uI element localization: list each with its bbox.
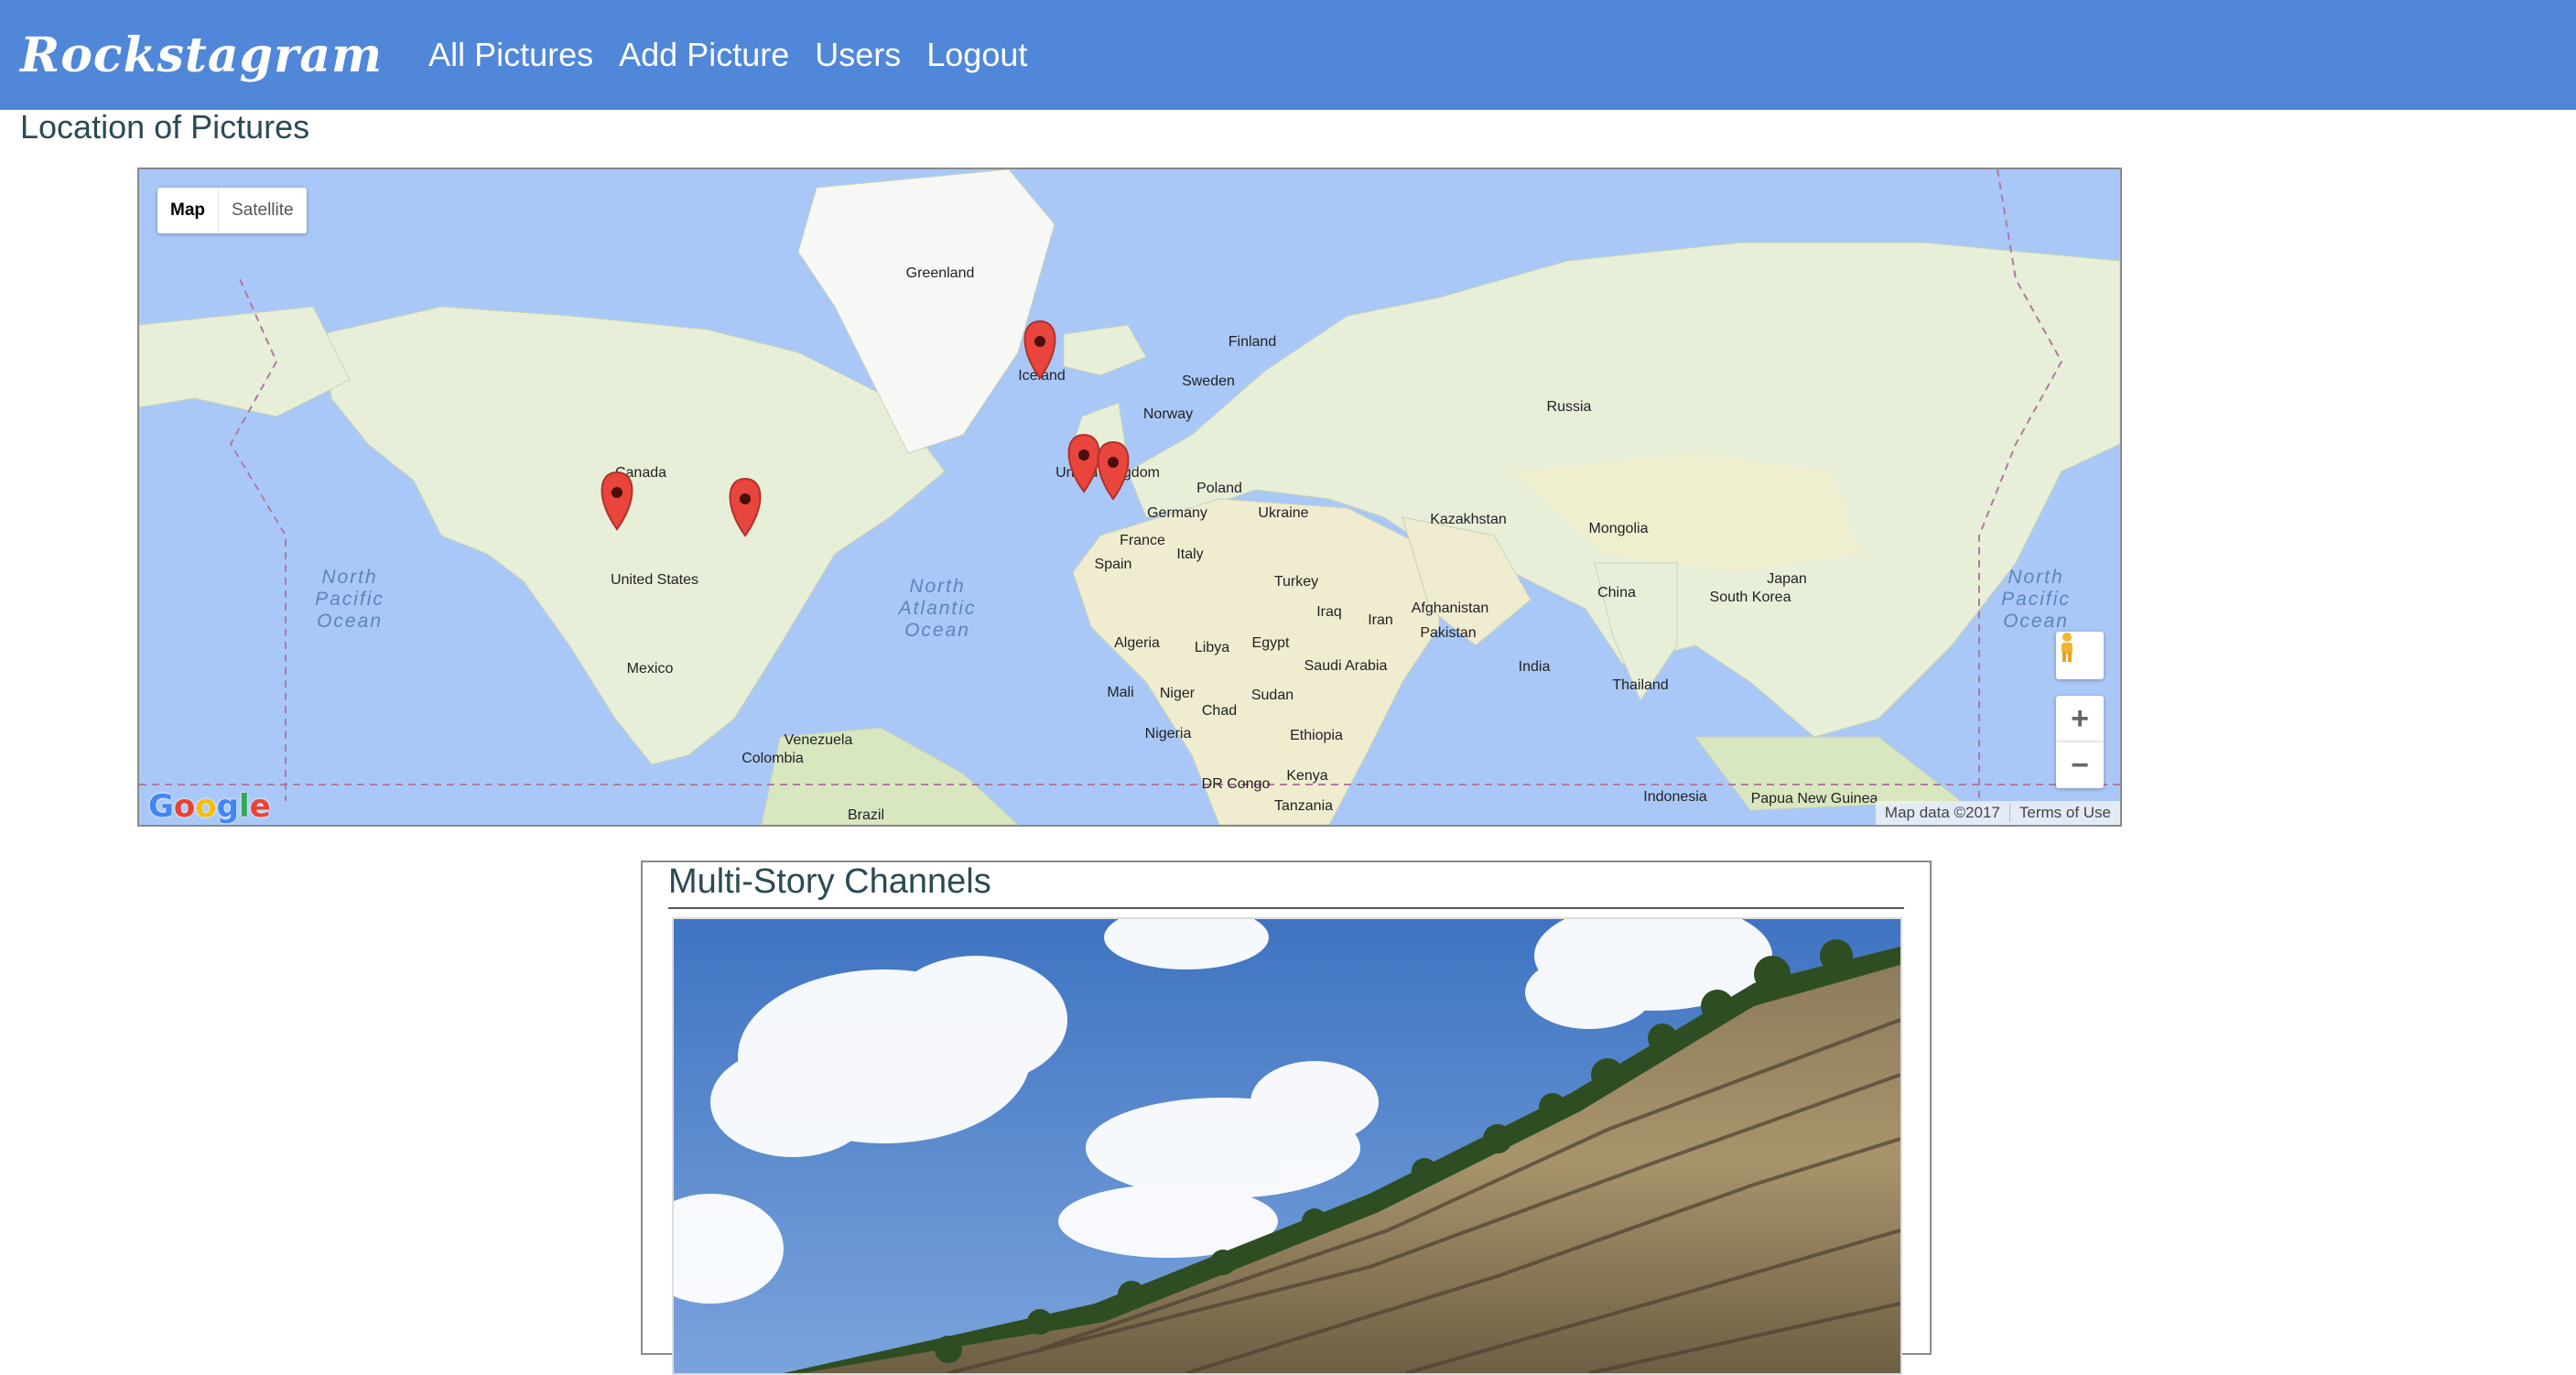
country-label-mongolia: Mongolia <box>1589 521 1649 536</box>
country-label-kazakhstan: Kazakhstan <box>1430 512 1507 527</box>
ocean-label-pacific-west: North Pacific Ocean <box>315 567 384 632</box>
country-label-italy: Italy <box>1176 547 1203 562</box>
country-label-ethiopia: Ethiopia <box>1290 728 1343 743</box>
country-label-iraq: Iraq <box>1316 604 1342 620</box>
country-label-venezuela: Venezuela <box>785 732 853 748</box>
map-data-label: Map data ©2017 <box>1884 804 2000 821</box>
country-label-indonesia: Indonesia <box>1643 789 1706 805</box>
country-label-turkey: Turkey <box>1274 574 1318 590</box>
nav-all-pictures[interactable]: All Pictures <box>428 36 593 74</box>
map-type-satellite-button[interactable]: Satellite <box>219 188 307 233</box>
country-label-sweden: Sweden <box>1182 374 1235 389</box>
country-label-finland: Finland <box>1228 334 1276 350</box>
ocean-label-pacific-east: North Pacific Ocean <box>2001 567 2071 632</box>
country-label-colombia: Colombia <box>741 751 804 766</box>
country-label-japan: Japan <box>1767 571 1807 587</box>
country-label-egypt: Egypt <box>1252 635 1290 651</box>
country-label-libya: Libya <box>1195 640 1229 655</box>
country-label-sudan: Sudan <box>1251 688 1293 703</box>
country-label-tanzania: Tanzania <box>1274 798 1333 814</box>
terms-of-use-link[interactable]: Terms of Use <box>2008 804 2120 822</box>
map-type-map-button[interactable]: Map <box>157 188 219 233</box>
country-label-ukraine: Ukraine <box>1258 505 1308 521</box>
picture-card: Multi-Story Channels <box>641 861 1932 1375</box>
country-label-pakistan: Pakistan <box>1420 625 1476 641</box>
street-view-pegman-icon[interactable] <box>2056 632 2104 679</box>
country-label-mexico: Mexico <box>627 661 674 677</box>
country-label-mali: Mali <box>1107 685 1133 700</box>
brand-logo[interactable]: Rockstagram <box>20 27 383 83</box>
country-label-russia: Russia <box>1547 399 1592 415</box>
country-label-iran: Iran <box>1368 612 1393 628</box>
country-label-algeria: Algeria <box>1114 635 1160 651</box>
country-label-south-korea: South Korea <box>1710 590 1791 605</box>
map-type-control: Map Satellite <box>157 188 307 233</box>
country-label-poland: Poland <box>1196 481 1242 496</box>
navbar: Rockstagram All Pictures Add Picture Use… <box>0 0 2576 110</box>
ocean-label-atlantic: North Atlantic Ocean <box>897 576 977 641</box>
nav-logout[interactable]: Logout <box>926 36 1027 74</box>
country-label-france: France <box>1120 533 1165 548</box>
country-label-saudi-arabia: Saudi Arabia <box>1304 658 1388 674</box>
country-label-nigeria: Nigeria <box>1145 726 1192 742</box>
picture-photo[interactable] <box>672 917 1902 1375</box>
country-label-norway: Norway <box>1143 406 1193 422</box>
zoom-out-button[interactable]: − <box>2056 742 2104 788</box>
country-label-india: India <box>1519 659 1551 675</box>
picture-title[interactable]: Multi-Story Channels <box>668 862 1904 909</box>
nav-links: All Pictures Add Picture Users Logout <box>403 36 1027 74</box>
map-attribution: Map data ©2017 Terms of Use <box>1875 801 2120 825</box>
photo-image <box>674 919 1900 1373</box>
country-label-greenland: Greenland <box>906 265 975 281</box>
google-logo[interactable]: Google <box>148 788 271 825</box>
zoom-in-button[interactable]: + <box>2056 696 2104 742</box>
country-label-united-states: United States <box>611 572 698 588</box>
country-label-afghanistan: Afghanistan <box>1412 601 1489 616</box>
country-label-germany: Germany <box>1147 505 1207 521</box>
map[interactable]: GreenlandIcelandFinlandSwedenNorwayRussi… <box>137 168 2122 827</box>
map-canvas[interactable]: GreenlandIcelandFinlandSwedenNorwayRussi… <box>139 169 2120 825</box>
country-label-papua-new-guinea: Papua New Guinea <box>1751 791 1878 807</box>
country-label-kenya: Kenya <box>1286 768 1327 784</box>
country-label-dr-congo: DR Congo <box>1202 776 1271 792</box>
country-label-niger: Niger <box>1160 686 1196 701</box>
nav-users[interactable]: Users <box>815 36 901 74</box>
nav-add-picture[interactable]: Add Picture <box>619 36 789 74</box>
country-label-chad: Chad <box>1202 703 1237 719</box>
country-label-brazil: Brazil <box>848 807 884 823</box>
country-label-thailand: Thailand <box>1612 677 1668 693</box>
country-label-china: China <box>1597 585 1636 601</box>
country-label-spain: Spain <box>1095 557 1132 572</box>
section-title: Location of Pictures <box>20 108 310 146</box>
